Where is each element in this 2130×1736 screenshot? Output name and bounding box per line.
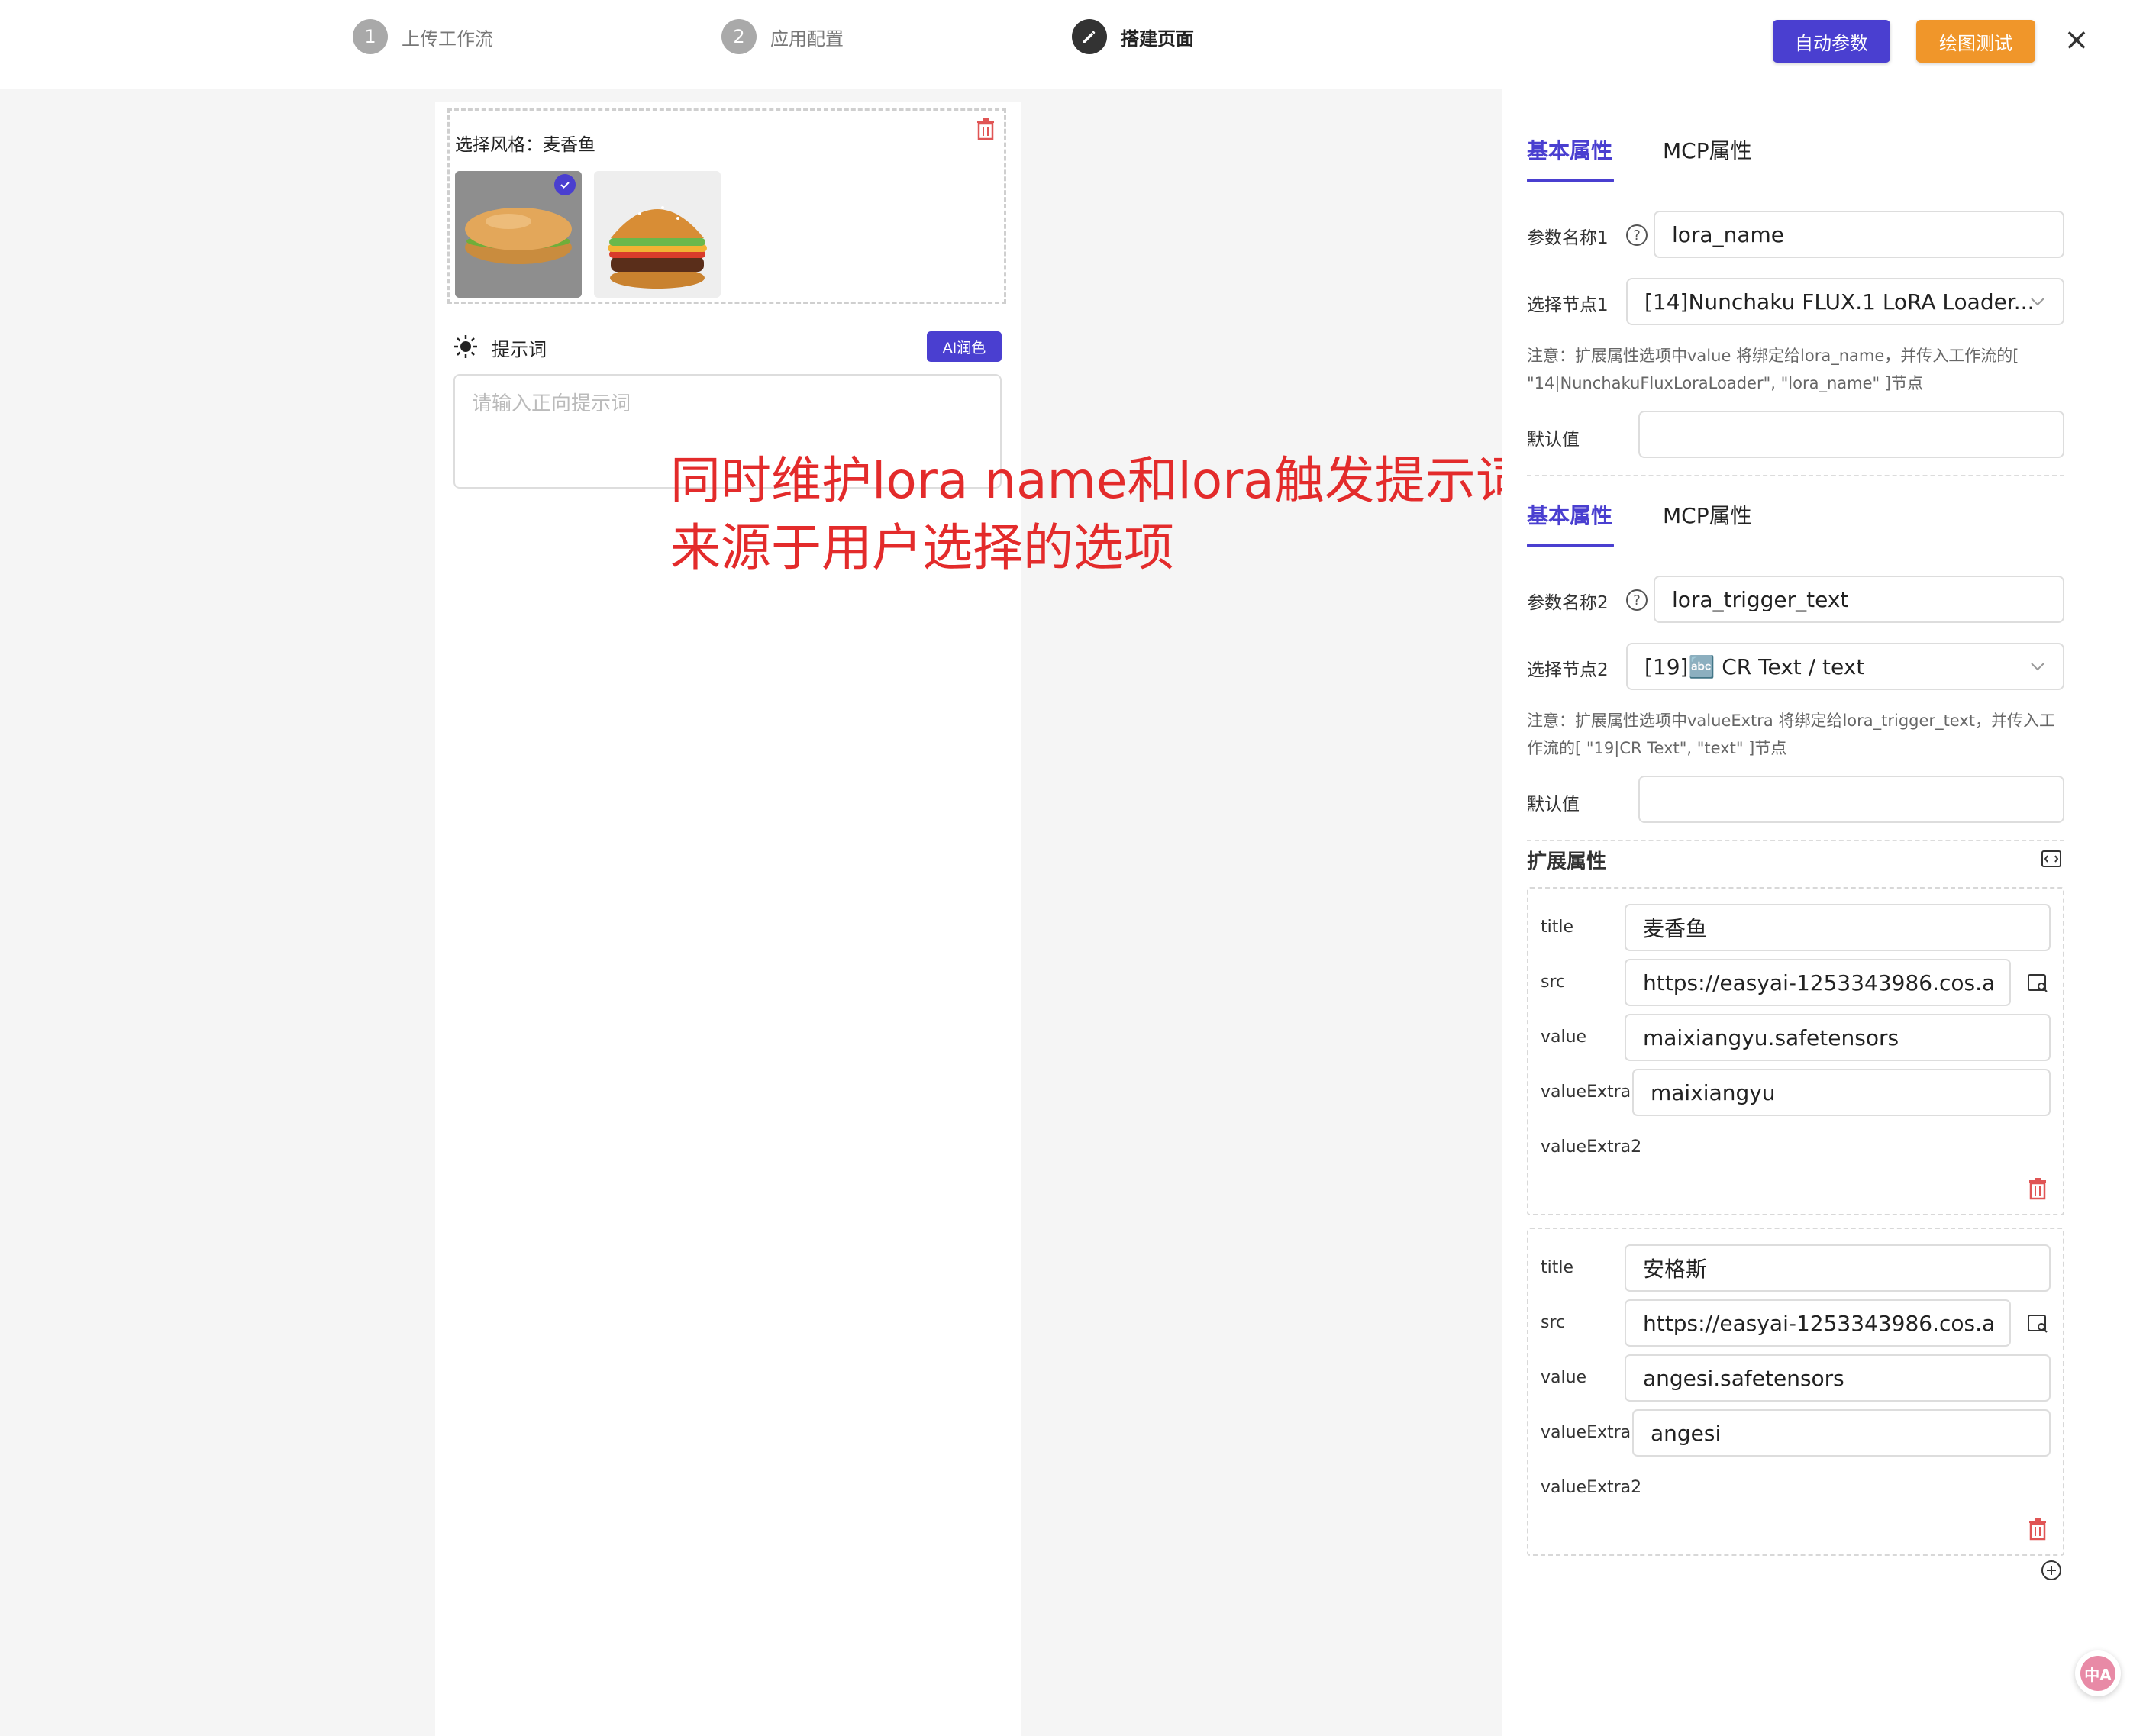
title-label: title xyxy=(1541,1258,1574,1277)
selected-check-icon xyxy=(554,174,576,195)
value-input[interactable]: maixiangyu.safetensors xyxy=(1625,1014,2051,1061)
select-node-value: [14]Nunchaku FLUX.1 LoRA Loader... xyxy=(1644,289,2035,315)
chevron-down-icon xyxy=(2031,298,2044,306)
select-node-label: 选择节点2 xyxy=(1527,660,1609,680)
step-number: 2 xyxy=(721,19,757,54)
sun-icon xyxy=(454,335,477,358)
value-label: value xyxy=(1541,1028,1587,1047)
draw-test-button[interactable]: 绘图测试 xyxy=(1916,20,2035,63)
tab-mcp-properties[interactable]: MCP属性 xyxy=(1663,499,1752,530)
binding-note: 注意：扩展属性选项中value 将绑定给lora_name，并传入工作流的[ "… xyxy=(1527,347,2019,392)
tab-basic-properties[interactable]: 基本属性 xyxy=(1527,134,1612,165)
select-node-dropdown[interactable]: [19]🔤 CR Text / text xyxy=(1626,643,2064,690)
param-name-label: 参数名称1 xyxy=(1527,228,1609,248)
translate-float-button[interactable]: 中A xyxy=(2075,1650,2121,1696)
help-icon[interactable]: ? xyxy=(1626,589,1648,611)
tab-basic-properties[interactable]: 基本属性 xyxy=(1527,499,1612,530)
style-option-burger[interactable] xyxy=(594,171,721,298)
param-name-input[interactable]: lora_name xyxy=(1654,211,2064,258)
value-extra2-label: valueExtra2 xyxy=(1541,1137,1642,1157)
param-name-input[interactable]: lora_trigger_text xyxy=(1654,576,2064,623)
value-extra-input[interactable]: angesi xyxy=(1632,1409,2051,1457)
src-label: src xyxy=(1541,1313,1566,1332)
param-name-label: 参数名称2 xyxy=(1527,593,1609,613)
trash-icon[interactable] xyxy=(976,118,996,140)
trash-icon[interactable] xyxy=(2028,1177,2048,1200)
style-selector-title: 选择风格：麦香鱼 xyxy=(455,135,595,155)
ext-properties-title: 扩展属性 xyxy=(1527,850,1607,873)
src-input[interactable]: https://easyai-1253343986.cos.a xyxy=(1625,959,2011,1006)
step-label: 搭建页面 xyxy=(1121,27,1194,50)
ai-polish-button[interactable]: AI润色 xyxy=(927,331,1002,362)
section-divider xyxy=(1527,840,2064,841)
auto-params-button[interactable]: 自动参数 xyxy=(1773,20,1890,63)
default-value-label: 默认值 xyxy=(1527,430,1580,450)
help-icon[interactable]: ? xyxy=(1626,224,1648,246)
value-input[interactable]: angesi.safetensors xyxy=(1625,1354,2051,1402)
title-input[interactable]: 安格斯 xyxy=(1625,1244,2051,1292)
burger-image xyxy=(594,171,721,298)
code-edit-icon[interactable] xyxy=(2040,847,2063,870)
value-extra2-label: valueExtra2 xyxy=(1541,1478,1642,1497)
default-value-label: 默认值 xyxy=(1527,795,1580,815)
step-app-config[interactable]: 2 应用配置 xyxy=(721,18,844,55)
add-circle-icon[interactable] xyxy=(2040,1559,2063,1582)
step-label: 应用配置 xyxy=(770,27,844,50)
chevron-down-icon xyxy=(2031,663,2044,671)
step-build-page[interactable]: 搭建页面 xyxy=(1072,18,1194,55)
image-search-icon[interactable] xyxy=(2026,971,2049,994)
step-upload-workflow[interactable]: 1 上传工作流 xyxy=(353,18,493,55)
section-divider xyxy=(1527,475,2064,476)
default-value-input[interactable] xyxy=(1638,776,2064,823)
translate-icon: 中A xyxy=(2080,1656,2115,1691)
src-input[interactable]: https://easyai-1253343986.cos.a xyxy=(1625,1299,2011,1347)
title-label: title xyxy=(1541,918,1574,937)
top-bar: 1 上传工作流 2 应用配置 搭建页面 自动参数 绘图测试 × xyxy=(0,0,2130,89)
binding-note: 注意：扩展属性选项中valueExtra 将绑定给lora_trigger_te… xyxy=(1527,712,2056,757)
default-value-input[interactable] xyxy=(1638,411,2064,458)
step-number: 1 xyxy=(353,19,388,54)
prompt-label: 提示词 xyxy=(492,339,547,360)
value-label: value xyxy=(1541,1368,1587,1387)
value-extra-label: valueExtra xyxy=(1541,1423,1631,1442)
step-label: 上传工作流 xyxy=(402,27,493,50)
tab-mcp-properties[interactable]: MCP属性 xyxy=(1663,134,1752,165)
image-search-icon[interactable] xyxy=(2026,1312,2049,1334)
active-tab-underline xyxy=(1527,179,1614,182)
active-tab-underline xyxy=(1527,544,1614,547)
src-label: src xyxy=(1541,973,1566,992)
value-extra-input[interactable]: maixiangyu xyxy=(1632,1069,2051,1116)
select-node-value: [19]🔤 CR Text / text xyxy=(1644,653,1865,679)
title-input[interactable]: 麦香鱼 xyxy=(1625,904,2051,951)
close-icon[interactable]: × xyxy=(2061,18,2092,61)
select-node-label: 选择节点1 xyxy=(1527,295,1609,315)
select-node-dropdown[interactable]: [14]Nunchaku FLUX.1 LoRA Loader... xyxy=(1626,278,2064,325)
pencil-icon xyxy=(1072,19,1107,54)
trash-icon[interactable] xyxy=(2028,1518,2048,1541)
value-extra-label: valueExtra xyxy=(1541,1083,1631,1102)
